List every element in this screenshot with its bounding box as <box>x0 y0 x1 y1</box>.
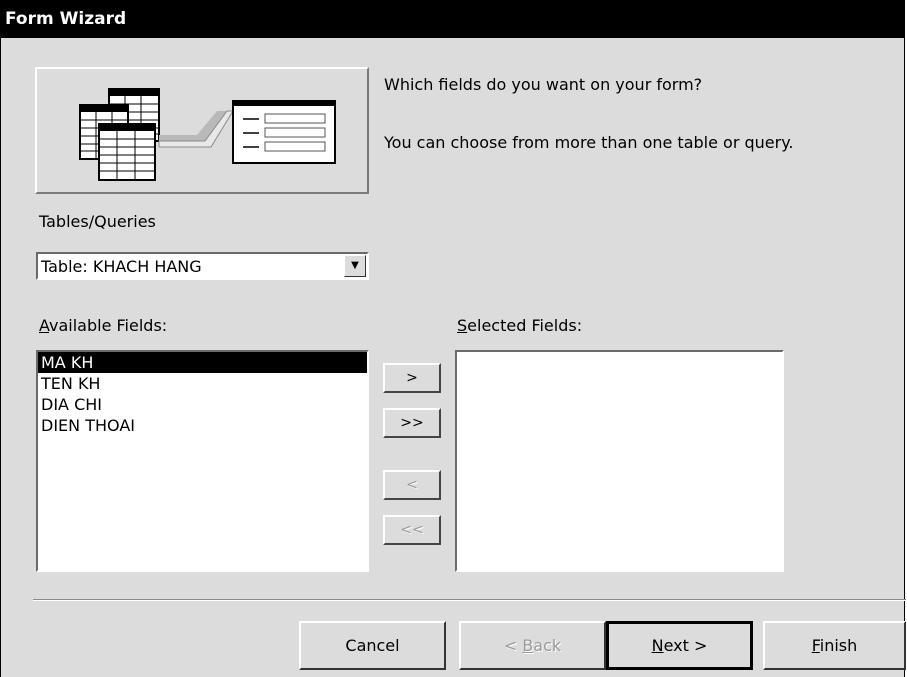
list-item[interactable]: DIEN THOAI <box>38 415 367 436</box>
wizard-illustration <box>35 67 369 194</box>
finish-button[interactable]: Finish <box>763 621 906 670</box>
footer-divider <box>33 599 906 601</box>
list-item[interactable]: DIA CHI <box>38 394 367 415</box>
selected-fields-label: Selected Fields: <box>457 316 583 335</box>
next-button[interactable]: Next > <box>606 621 753 670</box>
tables-queries-select[interactable]: Table: KHACH HANG ▼ <box>36 252 369 280</box>
prompt-question: Which fields do you want on your form? <box>384 75 703 94</box>
dropdown-arrow-icon[interactable]: ▼ <box>344 255 366 277</box>
prompt-hint: You can choose from more than one table … <box>384 133 794 152</box>
tables-illustration-icon <box>79 88 336 181</box>
available-fields-list[interactable]: MA KH TEN KH DIA CHI DIEN THOAI <box>36 350 369 572</box>
list-item[interactable]: MA KH <box>38 352 367 373</box>
title-bar: Form Wizard <box>1 0 904 38</box>
remove-all-fields-button[interactable]: << <box>383 515 441 545</box>
available-fields-label: Available Fields: <box>39 316 168 335</box>
list-item[interactable]: TEN KH <box>38 373 367 394</box>
window-title: Form Wizard <box>5 9 127 29</box>
tables-queries-value: Table: KHACH HANG <box>41 257 202 276</box>
cancel-button[interactable]: Cancel <box>299 621 446 670</box>
tables-queries-label: Tables/Queries <box>39 212 156 231</box>
add-all-fields-button[interactable]: >> <box>383 408 441 438</box>
selected-fields-list[interactable] <box>455 350 784 572</box>
remove-field-button[interactable]: < <box>383 470 441 500</box>
back-button[interactable]: < Back <box>459 621 606 670</box>
form-wizard-window: Form Wizard Which fields do you want on … <box>0 0 906 677</box>
add-field-button[interactable]: > <box>383 363 441 393</box>
